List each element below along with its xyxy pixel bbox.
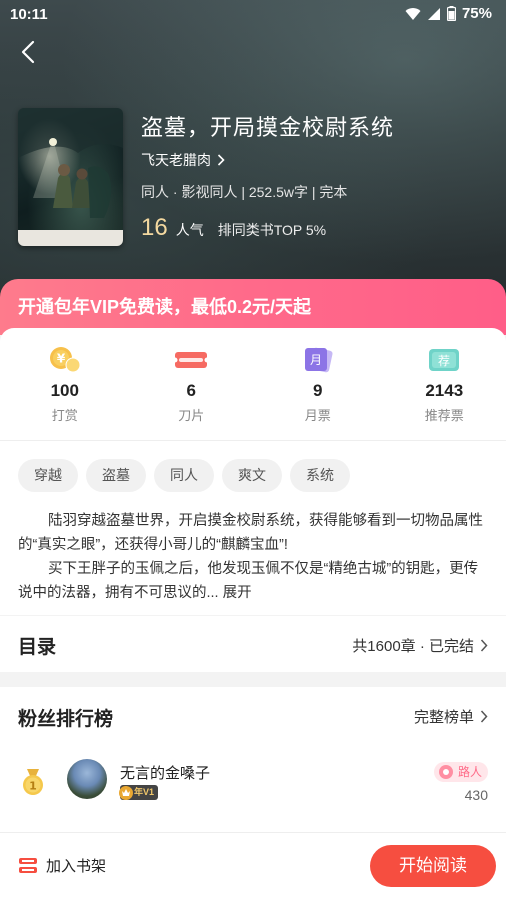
- book-detail-panel: ¥ 100 打赏 6 刀片 月 9 月票 荐 2143 推荐票 穿越 盗墓 同人…: [0, 328, 506, 615]
- crown-icon: [119, 786, 133, 800]
- recommend-ticket-count: 2143: [425, 381, 464, 400]
- vip-banner[interactable]: 开通包年VIP免费读，最低0.2元/天起: [0, 279, 506, 335]
- recommend-ticket-label: 推荐票: [424, 408, 464, 423]
- full-ranking-link[interactable]: 完整榜单: [414, 706, 488, 727]
- cover-bottom-strip: [18, 230, 123, 246]
- coin-icon: ¥: [49, 347, 81, 373]
- reward-monthly-ticket[interactable]: 月 9 月票: [256, 344, 380, 424]
- fan-ranking-title: 粉丝排行榜: [18, 709, 114, 730]
- start-reading-button[interactable]: 开始阅读: [370, 845, 496, 887]
- toc-info: 共1600章 · 已完结: [352, 635, 488, 656]
- cover-art: [18, 108, 123, 218]
- blade-count: 6: [186, 381, 196, 400]
- category-rank: 排同类书TOP 5%: [217, 222, 327, 238]
- tip-label: 打赏: [51, 408, 78, 423]
- reward-blade[interactable]: 6 刀片: [130, 344, 254, 424]
- status-icons: 75%: [405, 5, 492, 22]
- bookshelf-icon: [19, 857, 37, 873]
- bottom-action-bar: 加入书架 开始阅读: [0, 832, 506, 900]
- tag-chip[interactable]: 同人: [154, 459, 214, 492]
- battery-percent: 75%: [461, 5, 492, 22]
- recommend-ticket-icon: 荐: [429, 349, 460, 371]
- monthly-ticket-icon: 月: [304, 347, 333, 373]
- gold-medal-icon: 1: [23, 769, 43, 795]
- tag-list: 穿越 盗墓 同人 爽文 系统: [18, 459, 350, 492]
- add-to-shelf-label: 加入书架: [46, 858, 107, 875]
- chevron-right-icon: [217, 154, 225, 166]
- author-name: 飞天老腊肉: [141, 152, 211, 168]
- chapter-count: 共1600章 · 已完结: [352, 638, 474, 655]
- chevron-right-icon: [480, 639, 488, 652]
- avatar: [67, 759, 107, 799]
- signal-icon: [427, 7, 440, 20]
- tip-count: 100: [50, 381, 79, 400]
- svg-text:月: 月: [310, 353, 322, 367]
- divider: [0, 440, 506, 441]
- status-time: 10:11: [10, 6, 48, 23]
- expand-button[interactable]: 展开: [223, 585, 252, 601]
- tag-chip[interactable]: 穿越: [18, 459, 78, 492]
- battery-icon: [446, 6, 456, 21]
- fan-score: 430: [464, 787, 488, 803]
- author-link[interactable]: 飞天老腊肉: [141, 150, 225, 170]
- book-intro: 陆羽穿越盗墓世界，开启摸金校尉系统，获得能够看到一切物品属性的“真实之眼”，还获…: [18, 509, 490, 605]
- fan-ranking-row[interactable]: 1 无言的金嗓子 年V1 路人 430: [0, 757, 506, 807]
- chevron-right-icon: [480, 710, 488, 723]
- vip-level-badge: 年V1: [119, 785, 158, 800]
- popularity-value: 16: [141, 214, 168, 241]
- svg-text:¥: ¥: [57, 352, 66, 366]
- intro-paragraph: 陆羽穿越盗墓世界，开启摸金校尉系统，获得能够看到一切物品属性的“真实之眼”，还获…: [18, 513, 483, 553]
- svg-text:荐: 荐: [438, 354, 450, 368]
- popularity-label: 人气: [175, 222, 204, 238]
- reward-tip[interactable]: ¥ 100 打赏: [3, 344, 127, 424]
- reward-recommend-ticket[interactable]: 荐 2143 推荐票: [383, 344, 506, 424]
- blade-label: 刀片: [178, 408, 205, 423]
- tag-chip[interactable]: 系统: [290, 459, 350, 492]
- role-badge: 路人: [433, 762, 488, 782]
- popularity-row: 16 人气 排同类书TOP 5%: [141, 214, 326, 242]
- tag-chip[interactable]: 盗墓: [86, 459, 146, 492]
- back-arrow-icon: [21, 40, 35, 64]
- blade-icon: [174, 352, 209, 368]
- tag-chip[interactable]: 爽文: [222, 459, 282, 492]
- status-bar: 10:11 75%: [0, 0, 506, 30]
- monthly-ticket-count: 9: [313, 381, 323, 400]
- fan-name: 无言的金嗓子: [120, 765, 211, 782]
- intro-paragraph-2: 买下王胖子的玉佩之后，他发现玉佩不仅是“精绝古城”的钥匙，更传说中的法器，拥有不…: [18, 561, 479, 601]
- book-meta: 同人 · 影视同人 | 252.5w字 | 完本: [141, 184, 348, 200]
- full-ranking-label: 完整榜单: [413, 709, 474, 726]
- book-cover[interactable]: [18, 108, 123, 246]
- book-title: 盗墓，开局摸金校尉系统: [141, 115, 395, 140]
- monthly-ticket-label: 月票: [304, 408, 331, 423]
- reward-stats: ¥ 100 打赏 6 刀片 月 9 月票 荐 2143 推荐票: [0, 344, 506, 424]
- table-of-contents[interactable]: 目录 共1600章 · 已完结: [0, 616, 506, 672]
- flower-icon: [438, 765, 453, 779]
- toc-title: 目录: [18, 637, 57, 658]
- add-to-shelf-button[interactable]: 加入书架: [18, 855, 106, 876]
- svg-text:1: 1: [29, 780, 37, 793]
- wifi-icon: [405, 7, 421, 20]
- back-button[interactable]: [12, 36, 44, 68]
